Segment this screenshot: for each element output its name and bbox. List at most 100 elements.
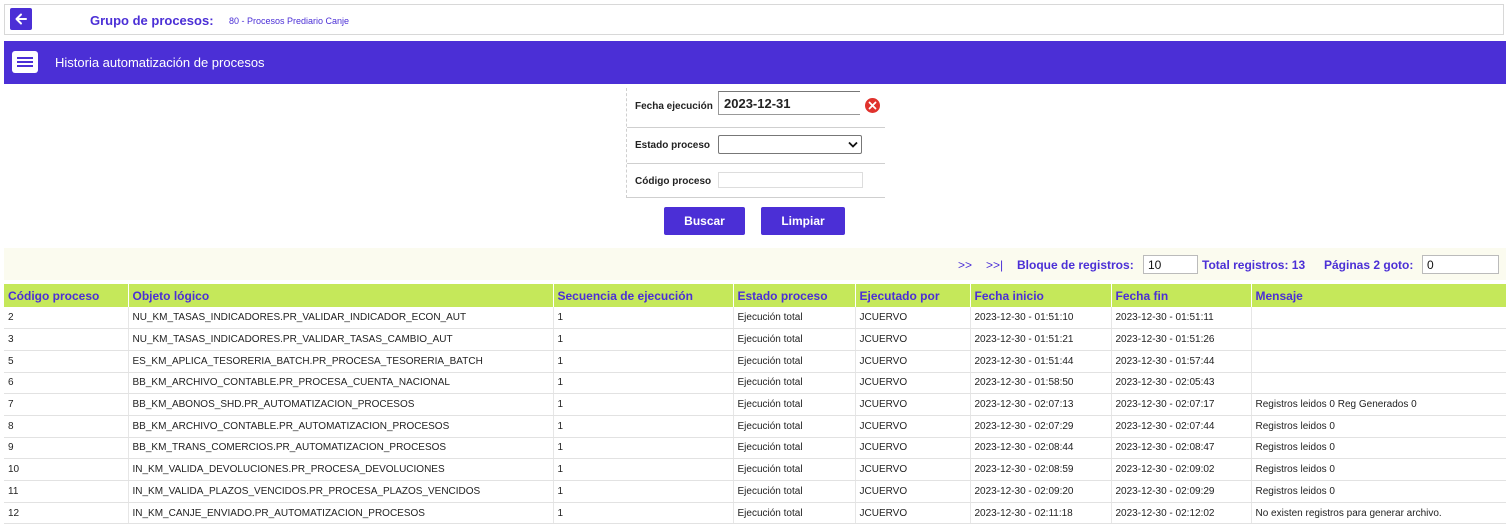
table-cell: 6 xyxy=(4,372,129,395)
filter-form: Fecha ejecución Estado proceso Código pr… xyxy=(626,88,885,198)
table-cell: 1 xyxy=(553,480,734,503)
back-button[interactable] xyxy=(10,8,32,30)
estado-select[interactable] xyxy=(718,135,862,154)
table-cell: 1 xyxy=(553,372,734,395)
table-cell: 3 xyxy=(4,328,129,351)
table-cell: BB_KM_ARCHIVO_CONTABLE.PR_PROCESA_CUENTA… xyxy=(128,372,554,395)
table-cell: JCUERVO xyxy=(855,480,971,503)
table-cell: 1 xyxy=(553,458,734,481)
table-cell: 2023-12-30 - 02:08:44 xyxy=(970,437,1112,460)
table-cell: 2023-12-30 - 01:51:21 xyxy=(970,328,1112,351)
table-cell: BB_KM_ARCHIVO_CONTABLE.PR_AUTOMATIZACION… xyxy=(128,415,554,438)
table-cell: JCUERVO xyxy=(855,458,971,481)
arrow-left-icon xyxy=(15,13,27,25)
estado-label: Estado proceso xyxy=(635,140,711,151)
table-cell: 1 xyxy=(553,328,734,351)
buscar-button[interactable]: Buscar xyxy=(664,207,745,235)
table-row[interactable]: 12 IN_KM_CANJE_ENVIADO.PR_AUTOMATIZACION_… xyxy=(4,502,1506,525)
column-header: Estado proceso xyxy=(733,284,856,307)
table-cell: Ejecución total xyxy=(733,328,856,351)
table-cell: Ejecución total xyxy=(733,393,856,416)
table-cell: Ejecución total xyxy=(733,437,856,460)
table-cell: 2023-12-30 - 02:05:43 xyxy=(1111,372,1252,395)
table-cell: 5 xyxy=(4,350,129,373)
table-cell: 1 xyxy=(553,307,734,330)
fecha-input[interactable] xyxy=(718,91,860,115)
table-row[interactable]: 10 IN_KM_VALIDA_DEVOLUCIONES.PR_PROCESA_D… xyxy=(4,458,1506,481)
table-cell: 2023-12-30 - 02:09:20 xyxy=(970,480,1112,503)
table-row[interactable]: 2 NU_KM_TASAS_INDICADORES.PR_VALIDAR_INDI… xyxy=(4,307,1506,330)
table-cell: Ejecución total xyxy=(733,350,856,373)
table-cell: Registros leidos 0 Reg Generados 0 xyxy=(1251,393,1506,416)
column-header: Fecha inicio xyxy=(970,284,1112,307)
next-page-link[interactable]: >> xyxy=(958,258,972,272)
table-cell: BB_KM_TRANS_COMERCIOS.PR_AUTOMATIZACION_… xyxy=(128,437,554,460)
table-cell: 1 xyxy=(553,415,734,438)
group-value: 80 - Procesos Prediario Canje xyxy=(229,16,350,26)
table-cell: JCUERVO xyxy=(855,350,971,373)
fecha-label: Fecha ejecución xyxy=(635,101,713,112)
table-cell: Ejecución total xyxy=(733,415,856,438)
pagination-bar: >> >>| Bloque de registros: Total regist… xyxy=(4,248,1506,280)
table-header-row: Código proceso Objeto lógico Secuencia de … xyxy=(4,284,1506,307)
table-cell: 12 xyxy=(4,502,129,525)
table-row[interactable]: 8 BB_KM_ARCHIVO_CONTABLE.PR_AUTOMATIZACIO… xyxy=(4,415,1506,438)
table-row[interactable]: 7 BB_KM_ABONOS_SHD.PR_AUTOMATIZACION_PROC… xyxy=(4,393,1506,416)
table-cell: 2023-12-30 - 02:08:47 xyxy=(1111,437,1252,460)
table-cell: Ejecución total xyxy=(733,480,856,503)
table-cell: 2023-12-30 - 01:51:44 xyxy=(970,350,1112,373)
column-header: Ejecutado por xyxy=(855,284,971,307)
table-cell: 2023-12-30 - 02:08:59 xyxy=(970,458,1112,481)
table-cell: IN_KM_CANJE_ENVIADO.PR_AUTOMATIZACION_PR… xyxy=(128,502,554,525)
group-label: Grupo de procesos: xyxy=(90,13,214,28)
clear-x-icon[interactable] xyxy=(865,98,880,113)
table-body: 2 NU_KM_TASAS_INDICADORES.PR_VALIDAR_INDI… xyxy=(4,307,1506,525)
top-bar: Grupo de procesos: 80 - Procesos Prediar… xyxy=(4,4,1504,35)
table-cell: 2 xyxy=(4,307,129,330)
column-header: Secuencia de ejecución xyxy=(553,284,734,307)
table-row[interactable]: 3 NU_KM_TASAS_INDICADORES.PR_VALIDAR_TASA… xyxy=(4,328,1506,351)
column-header: Mensaje xyxy=(1251,284,1506,307)
column-header: Código proceso xyxy=(4,284,129,307)
codigo-input[interactable] xyxy=(718,172,863,188)
table-row[interactable]: 11 IN_KM_VALIDA_PLAZOS_VENCIDOS.PR_PROCES… xyxy=(4,480,1506,503)
table-row[interactable]: 5 ES_KM_APLICA_TESORERIA_BATCH.PR_PROCESA… xyxy=(4,350,1506,373)
codigo-label: Código proceso xyxy=(635,176,712,187)
section-title: Historia automatización de procesos xyxy=(55,55,265,70)
total-registros: Total registros: 13 xyxy=(1202,258,1306,272)
limpiar-button[interactable]: Limpiar xyxy=(761,207,845,235)
column-header: Objeto lógico xyxy=(128,284,554,307)
table-cell: 1 xyxy=(553,502,734,525)
table-cell: IN_KM_VALIDA_PLAZOS_VENCIDOS.PR_PROCESA_… xyxy=(128,480,554,503)
table-cell: Ejecución total xyxy=(733,307,856,330)
table-cell: JCUERVO xyxy=(855,437,971,460)
column-header: Fecha fin xyxy=(1111,284,1252,307)
table-cell: 2023-12-30 - 02:09:02 xyxy=(1111,458,1252,481)
table-cell: NU_KM_TASAS_INDICADORES.PR_VALIDAR_TASAS… xyxy=(128,328,554,351)
bloque-input[interactable] xyxy=(1143,255,1198,274)
table-cell: JCUERVO xyxy=(855,328,971,351)
table-cell: IN_KM_VALIDA_DEVOLUCIONES.PR_PROCESA_DEV… xyxy=(128,458,554,481)
goto-input[interactable] xyxy=(1422,255,1499,274)
table-cell: 9 xyxy=(4,437,129,460)
table-cell: JCUERVO xyxy=(855,415,971,438)
table-cell xyxy=(1251,307,1506,330)
table-cell xyxy=(1251,372,1506,395)
table-row[interactable]: 6 BB_KM_ARCHIVO_CONTABLE.PR_PROCESA_CUENT… xyxy=(4,372,1506,395)
table-cell: 1 xyxy=(553,393,734,416)
table-cell: 2023-12-30 - 01:51:26 xyxy=(1111,328,1252,351)
table-row[interactable]: 9 BB_KM_TRANS_COMERCIOS.PR_AUTOMATIZACION… xyxy=(4,437,1506,460)
last-page-link[interactable]: >>| xyxy=(986,258,1003,272)
results-table: Código proceso Objeto lógico Secuencia de … xyxy=(4,284,1506,525)
table-cell: 2023-12-30 - 02:07:29 xyxy=(970,415,1112,438)
table-cell: 10 xyxy=(4,458,129,481)
table-cell: 2023-12-30 - 01:51:11 xyxy=(1111,307,1252,330)
chevron-down-icon xyxy=(848,141,858,148)
list-icon xyxy=(12,51,38,73)
table-cell: JCUERVO xyxy=(855,372,971,395)
table-cell: JCUERVO xyxy=(855,307,971,330)
paginas-label: Páginas 2 goto: xyxy=(1324,258,1414,272)
table-cell: 8 xyxy=(4,415,129,438)
table-cell: JCUERVO xyxy=(855,502,971,525)
table-cell: 2023-12-30 - 02:11:18 xyxy=(970,502,1112,525)
